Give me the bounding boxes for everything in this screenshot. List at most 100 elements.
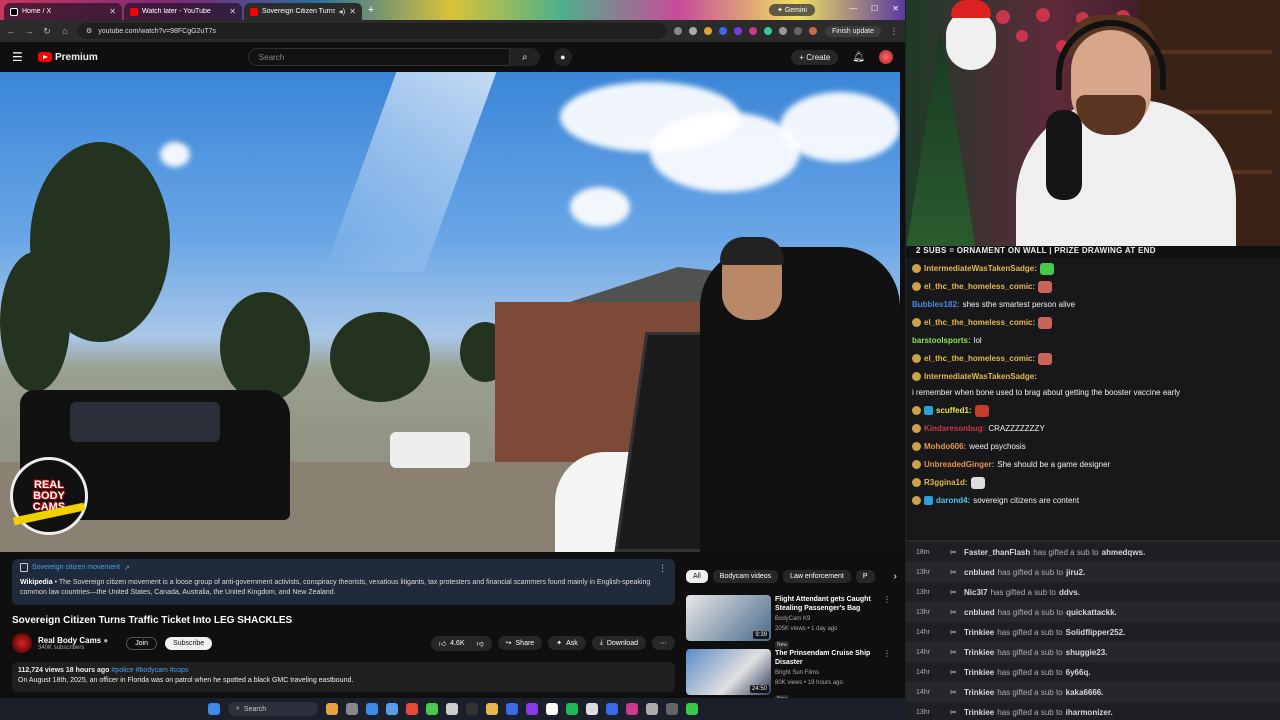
chip-bodycam[interactable]: Bodycam videos bbox=[712, 570, 779, 583]
new-tab-button[interactable]: + bbox=[364, 3, 378, 17]
app-icon[interactable] bbox=[346, 703, 358, 715]
hamburger-menu-icon[interactable]: ☰ bbox=[12, 50, 28, 64]
menu-icon[interactable]: ⋮ bbox=[889, 26, 899, 37]
bookmark-star-icon[interactable] bbox=[688, 27, 697, 35]
chat-username[interactable]: el_thc_the_homeless_comic: bbox=[924, 316, 1035, 329]
minimize-icon[interactable]: — bbox=[849, 4, 857, 13]
app-icon[interactable] bbox=[426, 703, 438, 715]
sidebar-icon[interactable] bbox=[793, 27, 802, 35]
chip-all[interactable]: All bbox=[686, 570, 708, 583]
taskbar-search[interactable]: ⌕ Search bbox=[228, 702, 318, 716]
chip-law[interactable]: Law enforcement bbox=[783, 570, 851, 583]
gift-recipient[interactable]: shuggie23. bbox=[1066, 648, 1108, 657]
app-icon[interactable] bbox=[546, 703, 558, 715]
more-options-icon[interactable]: ⋮ bbox=[883, 595, 891, 651]
app-icon[interactable] bbox=[446, 703, 458, 715]
gifter-name[interactable]: Trinkiee bbox=[964, 668, 994, 677]
ask-button[interactable]: ✦ Ask bbox=[548, 636, 586, 650]
gift-recipient[interactable]: 6y66q. bbox=[1066, 668, 1091, 677]
like-button[interactable]: 👍︎ 4.6K 👎︎ bbox=[430, 635, 492, 651]
forward-icon[interactable]: → bbox=[24, 26, 34, 36]
chat-username[interactable]: IntermediateWasTakenSadge: bbox=[924, 370, 1037, 383]
app-icon[interactable] bbox=[646, 703, 658, 715]
video-player[interactable]: REAL BODY CAMS bbox=[0, 72, 900, 552]
spotify-icon[interactable] bbox=[566, 703, 578, 715]
channel-name[interactable]: Real Body Cams ● bbox=[38, 636, 108, 645]
more-options-icon[interactable]: ⋮ bbox=[658, 563, 667, 574]
app-icon[interactable] bbox=[386, 703, 398, 715]
recommendation-channel[interactable]: Bright Sun Films bbox=[775, 669, 879, 677]
extension-icon[interactable] bbox=[703, 27, 712, 35]
download-button[interactable]: ⤓ Download bbox=[591, 636, 646, 650]
site-info-icon[interactable]: ⚙ bbox=[86, 27, 92, 35]
close-tab-icon[interactable]: ✕ bbox=[109, 7, 116, 16]
join-button[interactable]: Join bbox=[126, 636, 158, 650]
tab-watch-later[interactable]: Watch later - YouTube ✕ bbox=[124, 3, 242, 20]
extension-icon[interactable] bbox=[718, 27, 727, 35]
chat-username[interactable]: el_thc_the_homeless_comic: bbox=[924, 280, 1035, 293]
chrome-icon[interactable] bbox=[406, 703, 418, 715]
windows-start-icon[interactable] bbox=[208, 703, 220, 715]
recommendation-channel[interactable]: BodyCam K9 bbox=[775, 615, 879, 623]
app-icon[interactable] bbox=[626, 703, 638, 715]
maximize-icon[interactable]: ☐ bbox=[871, 4, 878, 13]
recommendation-item[interactable]: 24:50 The Prinsendam Cruise Ship Disaste… bbox=[686, 649, 891, 705]
info-panel-title[interactable]: Sovereign citizen movement ↗ bbox=[20, 563, 667, 572]
gifter-name[interactable]: cnblued bbox=[964, 568, 995, 577]
chat-username[interactable]: Kindaresonbug: bbox=[924, 422, 985, 435]
subscribe-button[interactable]: Subscribe bbox=[165, 636, 213, 650]
app-icon[interactable] bbox=[366, 703, 378, 715]
app-icon[interactable] bbox=[466, 703, 478, 715]
gift-recipient[interactable]: quickattackk. bbox=[1066, 608, 1117, 617]
gifter-name[interactable]: Trinkiee bbox=[964, 628, 994, 637]
chat-username[interactable]: el_thc_the_homeless_comic: bbox=[924, 352, 1035, 365]
gemini-button[interactable]: ✦ Gemini bbox=[769, 4, 815, 16]
back-icon[interactable]: ← bbox=[6, 26, 16, 36]
app-icon[interactable] bbox=[606, 703, 618, 715]
app-icon[interactable] bbox=[326, 703, 338, 715]
create-button[interactable]: + Create bbox=[791, 49, 839, 65]
home-icon[interactable]: ⌂ bbox=[60, 26, 70, 36]
close-tab-icon[interactable]: ✕ bbox=[229, 7, 236, 16]
more-options-icon[interactable]: ⋮ bbox=[883, 649, 891, 705]
gift-recipient[interactable]: kaka6666. bbox=[1066, 688, 1104, 697]
gift-recipient[interactable]: jiru2. bbox=[1066, 568, 1085, 577]
thumbs-down-icon[interactable]: 👎︎ bbox=[477, 639, 484, 648]
recommendation-title[interactable]: The Prinsendam Cruise Ship Disaster bbox=[775, 649, 879, 667]
app-icon[interactable] bbox=[686, 703, 698, 715]
description-box[interactable]: 112,724 views 18 hours ago #police #body… bbox=[12, 662, 675, 692]
folder-icon[interactable] bbox=[486, 703, 498, 715]
cast-icon[interactable] bbox=[673, 27, 682, 35]
gifter-name[interactable]: Trinkiee bbox=[964, 708, 994, 717]
chat-username[interactable]: barstoolsports: bbox=[912, 334, 971, 347]
account-avatar[interactable] bbox=[879, 50, 893, 64]
close-tab-icon[interactable]: ✕ bbox=[349, 7, 356, 16]
gifter-name[interactable]: cnblued bbox=[964, 608, 995, 617]
chevron-right-icon[interactable]: › bbox=[894, 571, 897, 582]
gifter-name[interactable]: Trinkiee bbox=[964, 648, 994, 657]
profile-icon[interactable] bbox=[808, 27, 817, 35]
finish-update-button[interactable]: Finish update bbox=[824, 25, 881, 37]
gift-recipient[interactable]: ahmedqws. bbox=[1102, 548, 1146, 557]
hashtags[interactable]: #police #bodycam #cops bbox=[111, 667, 188, 674]
close-window-icon[interactable]: ✕ bbox=[892, 4, 899, 13]
chat-username[interactable]: Mohdo606: bbox=[924, 440, 966, 453]
search-button[interactable]: ⌕ bbox=[509, 48, 540, 66]
gift-recipient[interactable]: iharmonizer. bbox=[1066, 708, 1113, 717]
share-button[interactable]: ↪ Share bbox=[497, 636, 543, 650]
app-icon[interactable] bbox=[526, 703, 538, 715]
tab-current-video[interactable]: Sovereign Citizen Turns Tra ◂) ✕ bbox=[244, 3, 362, 20]
more-actions-button[interactable]: ⋯ bbox=[652, 636, 675, 650]
extension-icon[interactable] bbox=[748, 27, 757, 35]
recommendation-title[interactable]: Flight Attendant gets Caught Stealing Pa… bbox=[775, 595, 879, 613]
gifter-name[interactable]: Nic3l7 bbox=[964, 588, 988, 597]
chat-username[interactable]: IntermediateWasTakenSadge: bbox=[924, 262, 1037, 275]
chat-username[interactable]: Bubbles182: bbox=[912, 298, 960, 311]
channel-avatar[interactable] bbox=[12, 633, 32, 653]
video-thumbnail[interactable]: 24:50 bbox=[686, 649, 771, 695]
gifter-name[interactable]: Trinkiee bbox=[964, 688, 994, 697]
app-icon[interactable] bbox=[506, 703, 518, 715]
tab-x[interactable]: Home / X ✕ bbox=[4, 3, 122, 20]
chat-username[interactable]: scuffed1: bbox=[936, 404, 972, 417]
gifter-name[interactable]: Faster_thanFlash bbox=[964, 548, 1030, 557]
